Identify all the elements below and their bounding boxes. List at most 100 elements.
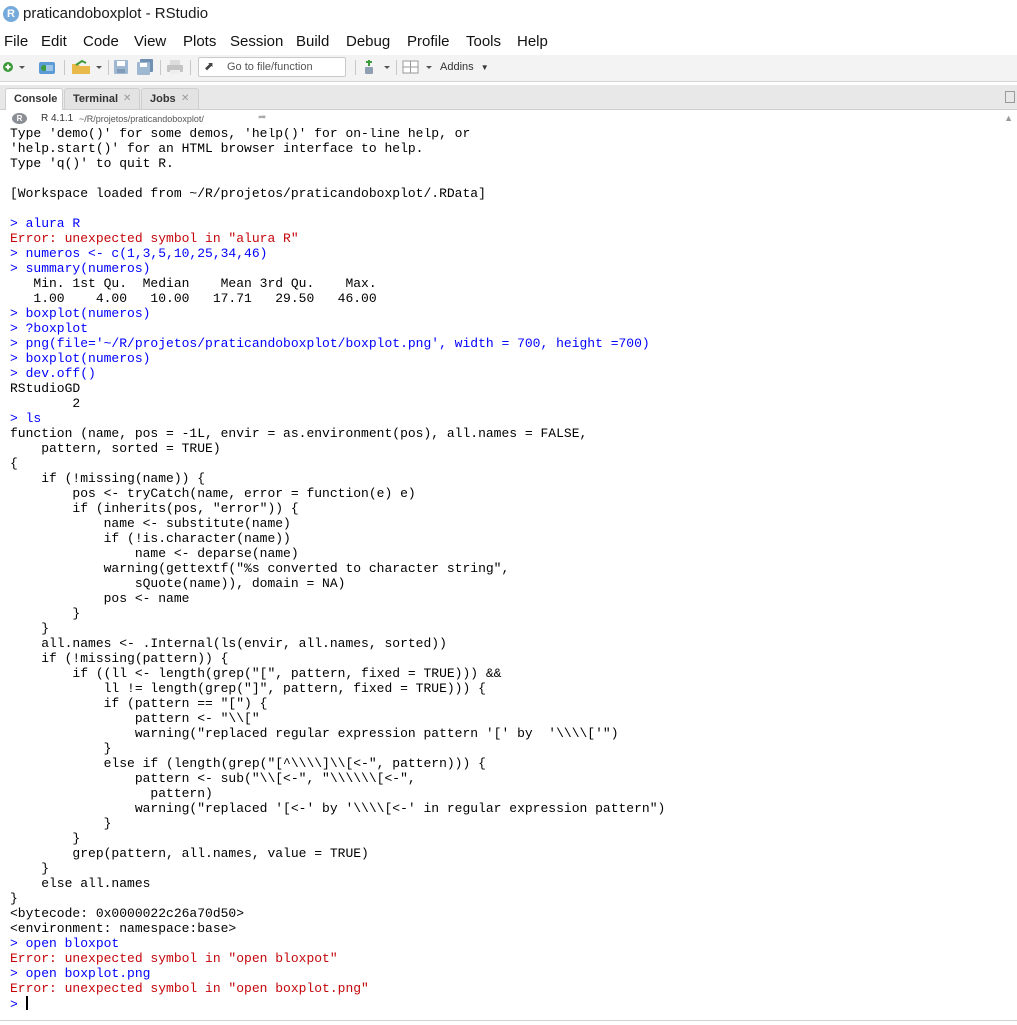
console-input-line: > boxplot(numeros): [10, 306, 151, 321]
console-prompt[interactable]: >: [10, 996, 1010, 1012]
console-output[interactable]: Type 'demo()' for some demos, 'help()' f…: [0, 128, 1017, 1020]
console-input-line: > png(file='~/R/projetos/praticandoboxpl…: [10, 336, 650, 351]
tab-jobs-label: Jobs: [150, 93, 176, 105]
new-project-icon[interactable]: [37, 59, 61, 75]
console-output-line: pattern <- "\\[": [10, 711, 260, 726]
console-error-line: Error: unexpected symbol in "open bloxpo…: [10, 951, 338, 966]
console-input-line: > open boxplot.png: [10, 966, 151, 981]
title-bar: R praticandoboxplot - RStudio: [0, 0, 1017, 30]
menu-profile[interactable]: Profile: [407, 33, 450, 50]
console-output-line: Type 'demo()' for some demos, 'help()' f…: [10, 128, 471, 141]
menu-build[interactable]: Build: [296, 33, 329, 50]
goto-arrow-icon: ⬈: [204, 59, 215, 73]
tab-console[interactable]: Console: [5, 88, 63, 110]
scroll-up-icon[interactable]: ▲: [1004, 113, 1013, 123]
save-icon[interactable]: [113, 59, 129, 75]
console-output-line: pos <- tryCatch(name, error = function(e…: [10, 486, 416, 501]
r-logo-icon: R: [12, 113, 27, 124]
goto-placeholder: Go to file/function: [227, 61, 313, 73]
console-error-line: Error: unexpected symbol in "open boxplo…: [10, 981, 369, 996]
menu-debug[interactable]: Debug: [346, 33, 390, 50]
console-output-line: Min. 1st Qu. Median Mean 3rd Qu. Max.: [10, 276, 385, 291]
tab-terminal-label: Terminal: [73, 93, 119, 105]
console-output-line: function (name, pos = -1L, envir = as.en…: [10, 426, 596, 441]
console-input-line: > summary(numeros): [10, 261, 151, 276]
console-output-line: name <- substitute(name): [10, 516, 291, 531]
console-output-line: else all.names: [10, 876, 151, 891]
addins-menu[interactable]: Addins ▼: [440, 61, 489, 73]
menu-tools[interactable]: Tools: [466, 33, 501, 50]
console-output-line: }: [10, 831, 81, 846]
maximize-pane-icon[interactable]: [1005, 91, 1015, 103]
console-output-line: }: [10, 891, 18, 906]
console-output-line: 2: [10, 396, 89, 411]
build-icon[interactable]: [362, 59, 392, 75]
console-output-line: }: [10, 621, 50, 636]
console-output-line: warning("replaced '[<-' by '\\\\[<-' in …: [10, 801, 666, 816]
menu-file[interactable]: File: [4, 33, 28, 50]
console-output-line: warning(gettextf("%s converted to charac…: [10, 561, 518, 576]
console-input-line: > ?boxplot: [10, 321, 89, 336]
tab-terminal[interactable]: Terminal ✕: [64, 88, 140, 109]
console-output-line: warning("replaced regular expression pat…: [10, 726, 619, 741]
console-output-line: pattern <- sub("\\[<-", "\\\\\\[<-",: [10, 771, 424, 786]
console-output-line: pattern, sorted = TRUE): [10, 441, 229, 456]
menu-edit[interactable]: Edit: [41, 33, 67, 50]
tab-console-label: Console: [14, 93, 58, 105]
console-output-line: if (!missing(name)) {: [10, 471, 206, 486]
console-input-line: > ls: [10, 411, 42, 426]
console-output-line: <bytecode: 0x0000022c26a70d50>: [10, 906, 245, 921]
menu-session[interactable]: Session: [230, 33, 283, 50]
tab-jobs[interactable]: Jobs ✕: [141, 88, 199, 109]
console-output-line: grep(pattern, all.names, value = TRUE): [10, 846, 369, 861]
console-lines: Type 'demo()' for some demos, 'help()' f…: [10, 128, 1010, 1012]
console-input-line: > open bloxpot: [10, 936, 120, 951]
console-pane-tabs: Console Terminal ✕ Jobs ✕: [0, 85, 1017, 110]
console-path-bar: R R 4.1.1 ~/R/projetos/praticandoboxplot…: [0, 110, 1017, 128]
menu-bar: File Edit Code View Plots Session Build …: [0, 31, 1017, 53]
console-output-line: sQuote(name)), domain = NA): [10, 576, 346, 591]
close-icon[interactable]: ✕: [123, 93, 131, 104]
print-icon[interactable]: [166, 59, 184, 75]
save-all-icon[interactable]: [136, 59, 154, 75]
console-output-line: }: [10, 606, 81, 621]
console-output-line: if (!is.character(name)): [10, 531, 299, 546]
open-file-icon[interactable]: [70, 59, 104, 75]
console-output-line: }: [10, 816, 112, 831]
main-toolbar: ⬈ Go to file/function Addins ▼: [0, 55, 1017, 82]
workspace-panes-icon[interactable]: [402, 59, 436, 75]
console-output-line: name <- deparse(name): [10, 546, 299, 561]
console-output-line: }: [10, 741, 112, 756]
go-to-directory-icon[interactable]: ➦: [258, 112, 266, 123]
goto-file-function-input[interactable]: ⬈ Go to file/function: [198, 57, 346, 77]
console-output-line: if (pattern == "[") {: [10, 696, 268, 711]
chevron-down-icon: ▼: [480, 63, 489, 72]
menu-help[interactable]: Help: [517, 33, 548, 50]
new-file-icon[interactable]: [2, 59, 26, 75]
console-output-line: <environment: namespace:base>: [10, 921, 237, 936]
console-input-line: > dev.off(): [10, 366, 96, 381]
text-cursor: [25, 996, 28, 1010]
menu-plots[interactable]: Plots: [183, 33, 216, 50]
console-output-line: RStudioGD: [10, 381, 89, 396]
console-input-line: > alura R: [10, 216, 81, 231]
console-output-line: {: [10, 456, 18, 471]
menu-view[interactable]: View: [134, 33, 166, 50]
console-input-line: > numeros <- c(1,3,5,10,25,34,46): [10, 246, 268, 261]
close-icon[interactable]: ✕: [181, 93, 189, 104]
menu-code[interactable]: Code: [83, 33, 119, 50]
console-output-line: [Workspace loaded from ~/R/projetos/prat…: [10, 186, 486, 201]
console-output-line: 1.00 4.00 10.00 17.71 29.50 46.00: [10, 291, 385, 306]
addins-label: Addins: [440, 61, 474, 73]
console-output-line: }: [10, 861, 50, 876]
console-output-line: if (!missing(pattern)) {: [10, 651, 229, 666]
r-version: R 4.1.1: [41, 113, 74, 124]
console-output-line: all.names <- .Internal(ls(envir, all.nam…: [10, 636, 447, 651]
console-output-line: 'help.start()' for an HTML browser inter…: [10, 141, 424, 156]
console-error-line: Error: unexpected symbol in "alura R": [10, 231, 299, 246]
console-output-line: Type 'q()' to quit R.: [10, 156, 174, 171]
working-directory-path[interactable]: ~/R/projetos/praticandoboxplot/: [79, 114, 204, 124]
rstudio-logo-icon: R: [3, 6, 19, 22]
